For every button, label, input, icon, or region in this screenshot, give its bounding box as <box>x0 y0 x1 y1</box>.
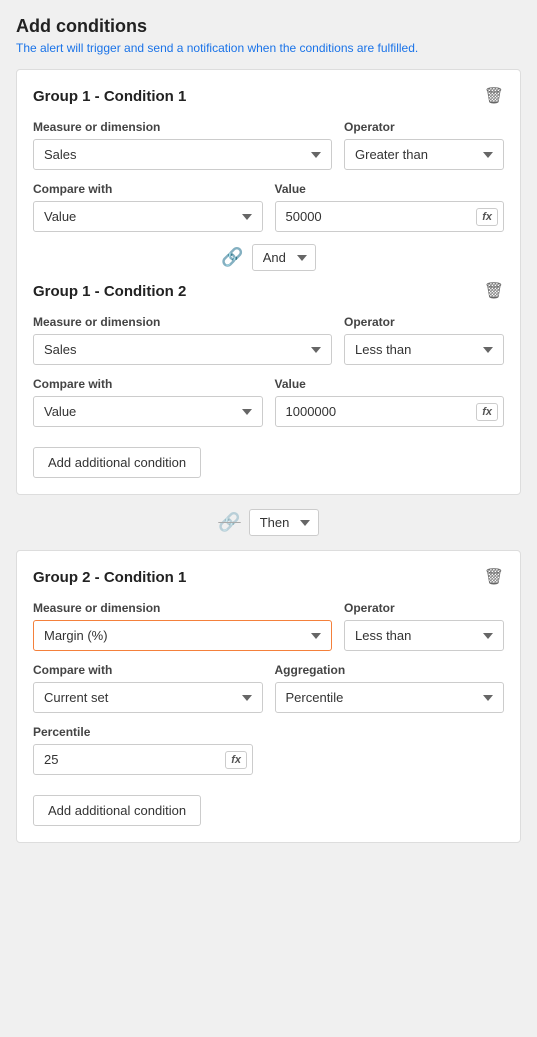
group2-condition1-delete-icon[interactable]: 🗑 <box>484 567 504 587</box>
group1-condition2-value-wrapper: fx <box>275 396 505 427</box>
group1-condition1-compare-select[interactable]: Value <box>33 201 263 232</box>
group2-condition1-compare-label: Compare with <box>33 663 263 677</box>
group2-condition1-operator-group: Operator Less than <box>344 601 504 651</box>
group1-condition2-compare-select[interactable]: Value <box>33 396 263 427</box>
group1-condition1-value-label: Value <box>275 182 505 196</box>
group1-condition2-row2: Compare with Value Value fx <box>33 377 504 427</box>
group1-condition2-delete-icon[interactable]: 🗑 <box>484 281 504 301</box>
group2-condition1-percentile-wrapper: fx <box>33 744 253 775</box>
group2-condition1-percentile-row: Percentile fx <box>33 725 253 775</box>
page-subtitle: The alert will trigger and send a notifi… <box>16 41 521 55</box>
group1-condition2-compare-group: Compare with Value <box>33 377 263 427</box>
group1-condition2-measure-select[interactable]: Sales <box>33 334 332 365</box>
group1-condition2-value-input[interactable] <box>275 396 505 427</box>
group2-condition1-fx-button[interactable]: fx <box>225 751 247 769</box>
group1-condition1-value-group: Value fx <box>275 182 505 232</box>
group1-condition2-compare-label: Compare with <box>33 377 263 391</box>
group2-container: Group 2 - Condition 1 🗑 Measure or dimen… <box>16 550 521 843</box>
group1-condition2-operator-group: Operator Less than <box>344 315 504 365</box>
group1-condition1-compare-group: Compare with Value <box>33 182 263 232</box>
group2-condition1-operator-select[interactable]: Less than <box>344 620 504 651</box>
group2-condition1-aggregation-select[interactable]: Percentile <box>275 682 505 713</box>
group1-condition1-compare-label: Compare with <box>33 182 263 196</box>
group2-condition1-compare-group: Compare with Current set <box>33 663 263 713</box>
broken-link-icon: 🔗 <box>218 512 240 533</box>
group1-condition1-operator-label: Operator <box>344 120 504 134</box>
group1-condition1-title: Group 1 - Condition 1 <box>33 88 186 105</box>
group1-condition2-fx-button[interactable]: fx <box>476 403 498 421</box>
group1-connector-row: 🔗 And Or <box>33 244 504 271</box>
group1-condition1-header: Group 1 - Condition 1 🗑 <box>33 86 504 106</box>
group2-condition1-measure-group: Measure or dimension Margin (%) <box>33 601 332 651</box>
group1-container: Group 1 - Condition 1 🗑 Measure or dimen… <box>16 69 521 495</box>
group1-condition1-value-wrapper: fx <box>275 201 505 232</box>
group1-condition2-operator-select[interactable]: Less than <box>344 334 504 365</box>
group1-condition2-value-group: Value fx <box>275 377 505 427</box>
group2-add-condition-button[interactable]: Add additional condition <box>33 795 201 826</box>
group1-condition1-fx-button[interactable]: fx <box>476 208 498 226</box>
group1-condition2-operator-label: Operator <box>344 315 504 329</box>
group1-condition1-measure-group: Measure or dimension Sales <box>33 120 332 170</box>
group1-condition1-operator-select[interactable]: Greater than <box>344 139 504 170</box>
group1-condition2-measure-group: Measure or dimension Sales <box>33 315 332 365</box>
group2-condition1-measure-label: Measure or dimension <box>33 601 332 615</box>
group2-condition1-header: Group 2 - Condition 1 🗑 <box>33 567 504 587</box>
group2-condition1-measure-select[interactable]: Margin (%) <box>33 620 332 651</box>
between-groups-connector-select[interactable]: Then And Or <box>249 509 319 536</box>
between-groups-row: 🔗 Then And Or <box>16 509 521 536</box>
group1-condition1-measure-label: Measure or dimension <box>33 120 332 134</box>
group1-add-condition-button[interactable]: Add additional condition <box>33 447 201 478</box>
group1-condition1-row2: Compare with Value Value fx <box>33 182 504 232</box>
group2-condition1-percentile-input[interactable] <box>33 744 253 775</box>
group1-link-icon: 🔗 <box>221 247 243 268</box>
group1-condition1-measure-select[interactable]: Sales <box>33 139 332 170</box>
group1-condition1-delete-icon[interactable]: 🗑 <box>484 86 504 106</box>
group2-condition1-percentile-group: Percentile fx <box>33 725 253 775</box>
group1-condition1-operator-group: Operator Greater than <box>344 120 504 170</box>
group1-condition2-header: Group 1 - Condition 2 🗑 <box>33 281 504 301</box>
group1-condition1-row1: Measure or dimension Sales Operator Grea… <box>33 120 504 170</box>
group2-condition1-title: Group 2 - Condition 1 <box>33 569 186 586</box>
group1-connector-select[interactable]: And Or <box>252 244 316 271</box>
group1-condition2-value-label: Value <box>275 377 505 391</box>
group2-condition1-aggregation-group: Aggregation Percentile <box>275 663 505 713</box>
group1-condition2-measure-label: Measure or dimension <box>33 315 332 329</box>
group2-condition1-compare-select[interactable]: Current set <box>33 682 263 713</box>
group2-condition1-aggregation-label: Aggregation <box>275 663 505 677</box>
page-title: Add conditions <box>16 16 521 37</box>
group2-condition1-operator-label: Operator <box>344 601 504 615</box>
group2-condition1-row1: Measure or dimension Margin (%) Operator… <box>33 601 504 651</box>
group2-condition1-row2: Compare with Current set Aggregation Per… <box>33 663 504 713</box>
group1-condition1-value-input[interactable] <box>275 201 505 232</box>
group1-condition2-title: Group 1 - Condition 2 <box>33 283 186 300</box>
group1-condition2-row1: Measure or dimension Sales Operator Less… <box>33 315 504 365</box>
group2-condition1-percentile-label: Percentile <box>33 725 253 739</box>
